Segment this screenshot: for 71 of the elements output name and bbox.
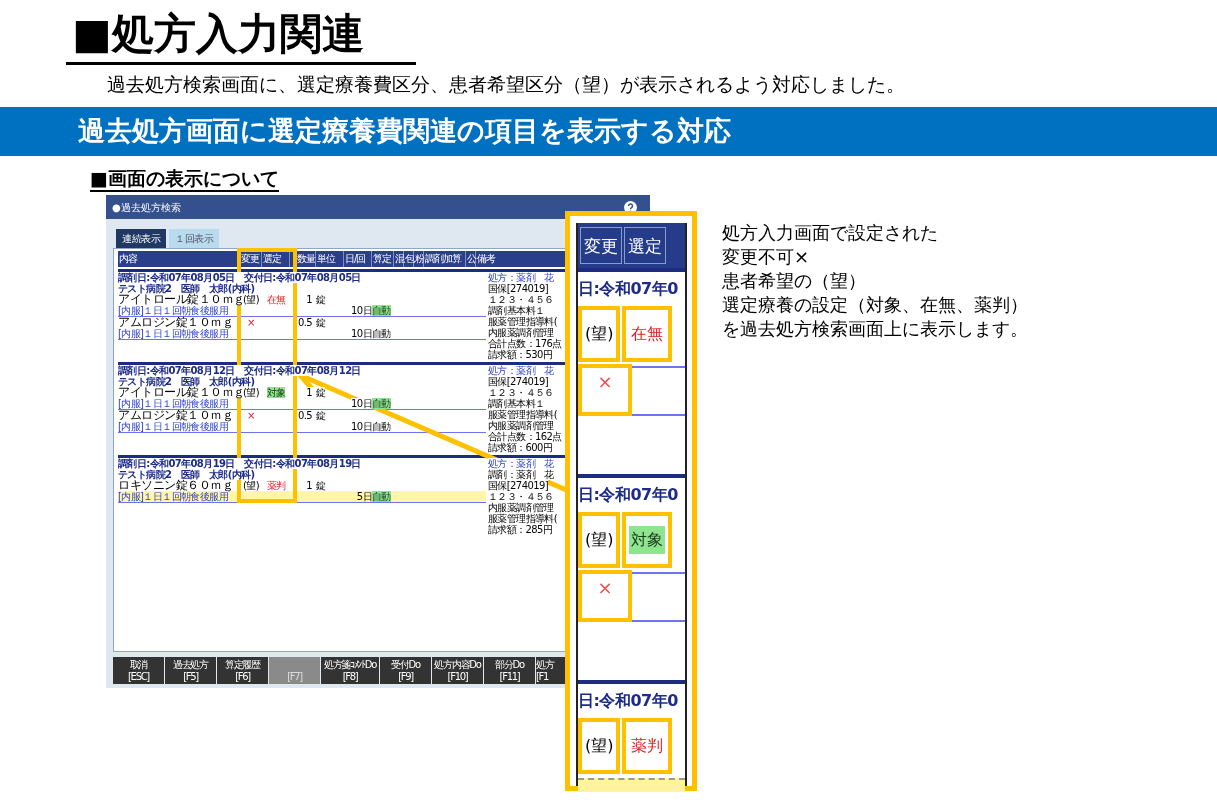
date-line: 日:令和07年0: [578, 690, 678, 712]
drug-name: アイトロール錠１０ｍｇ: [118, 294, 245, 305]
selection-tag: 対象: [629, 526, 666, 554]
change-mark: (望): [578, 306, 621, 362]
change-mark: (望): [578, 512, 621, 568]
drug-name: ロキソニン錠６０ｍｇ: [118, 480, 233, 491]
calc-tag: 自動: [372, 421, 391, 432]
change-mark: (望): [578, 718, 621, 774]
column-header: 算定: [372, 251, 394, 267]
column-header: 粉: [414, 251, 424, 267]
unit: 錠: [316, 410, 326, 421]
function-key[interactable]: 取消 [ESC]: [113, 657, 164, 684]
date-line: 日:令和07年0: [578, 484, 678, 506]
column-header: 変更: [240, 251, 262, 267]
function-key[interactable]: 過去処方 [F5]: [165, 657, 216, 684]
days: 10日: [351, 328, 372, 339]
tab[interactable]: １回表示: [169, 229, 219, 248]
column-header: 日/回: [344, 251, 372, 267]
unit: 錠: [316, 294, 326, 305]
banner-title: 過去処方画面に選定療養費関連の項目を表示する対応: [78, 114, 731, 149]
selection-tag: 在無: [266, 294, 286, 305]
column-header: 選定: [262, 251, 290, 267]
change-mark: ×: [578, 364, 632, 416]
days: 10日: [351, 305, 372, 316]
change-mark: (望): [243, 294, 259, 305]
column-header: 調剤加算: [424, 251, 466, 267]
drug-name: アムロジン錠１０ｍｇ: [118, 317, 233, 328]
usage-text: [内服]１日１回朝食後服用: [118, 305, 228, 316]
section-heading: ■画面の表示について: [90, 166, 279, 192]
function-key[interactable]: 算定履歴 [F6]: [217, 657, 268, 684]
change-mark: ×: [247, 410, 255, 421]
calc-tag: 自動: [372, 328, 391, 339]
column-header: 混: [394, 251, 404, 267]
unit: 錠: [316, 480, 326, 491]
days: 10日: [351, 421, 372, 432]
tab[interactable]: 連続表示: [116, 229, 166, 248]
change-mark: (望): [243, 387, 259, 398]
function-key[interactable]: 処方内容Do [F10]: [432, 657, 483, 684]
note-text: 処方入力画面で設定された 変更不可× 患者希望の（望） 選定療養の設定（対象、在無、薬判） を過去処方検索画面上に表示します。: [722, 221, 1028, 341]
usage-text: [内服]１日１回朝食後服用: [118, 421, 228, 432]
slide-subtitle: 過去処方検索画面に、選定療養費区分、患者希望区分（望）が表示されるよう対応しました。: [107, 72, 905, 97]
column-header: 公: [466, 251, 476, 267]
calc-tag: 自動: [372, 491, 391, 502]
days: 5日: [356, 491, 372, 502]
column-header: 内容: [118, 251, 240, 267]
usage-text: [内服]１日１回朝食後服用: [118, 398, 228, 409]
drug-name: アイトロール錠１０ｍｇ: [118, 387, 245, 398]
date-line: 日:令和07年0: [578, 278, 678, 300]
usage-text: [内服]１日１回朝食後服用: [118, 491, 228, 502]
selection-tag: 薬判: [266, 480, 286, 491]
column-header: 数量: [290, 251, 316, 267]
unit: 錠: [316, 317, 326, 328]
column-header: 選定: [624, 227, 666, 264]
function-key[interactable]: 部分Do [F11]: [484, 657, 535, 684]
function-key[interactable]: 受付Do [F9]: [380, 657, 431, 684]
change-mark: ×: [578, 570, 632, 622]
drug-name: アムロジン錠１０ｍｇ: [118, 410, 233, 421]
change-mark: ×: [247, 317, 255, 328]
unit: 錠: [316, 387, 326, 398]
column-header: 包: [404, 251, 414, 267]
calc-tag: 自動: [372, 305, 391, 316]
calc-tag: 自動: [372, 398, 391, 409]
function-key[interactable]: 処方箋ｺﾒﾝﾄDo [F8]: [321, 657, 379, 684]
change-mark: (望): [243, 480, 259, 491]
window-title: ●過去処方検索: [112, 200, 181, 215]
days: 10日: [351, 398, 372, 409]
usage-text: [内服]１日１回朝食後服用: [118, 328, 228, 339]
slide-title: ■処方入力関連: [72, 8, 364, 60]
column-header: 単位: [316, 251, 344, 267]
quantity: 1: [306, 387, 316, 398]
function-key[interactable]: 処方 [F1: [536, 657, 565, 684]
